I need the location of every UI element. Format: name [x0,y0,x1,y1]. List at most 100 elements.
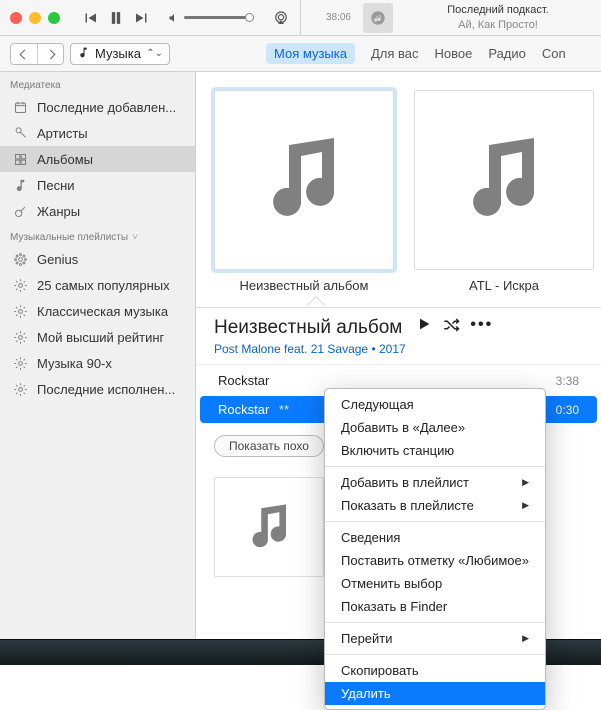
album-art-placeholder [214,90,394,270]
sidebar-item-label: Genius [37,252,78,267]
track-title: Rockstar [218,373,546,388]
sidebar-item-genius[interactable]: Genius [0,246,195,272]
now-playing-subtitle: Ай, Как Просто! [458,18,538,32]
sidebar-item-artists[interactable]: Артисты [0,120,195,146]
now-playing-title: Последний подкаст. [447,3,548,17]
detail-album-title: Неизвестный альбом [214,317,402,339]
menu-item-delete[interactable]: Удалить [325,682,545,705]
play-album-button[interactable] [416,316,432,339]
disclosure-arrow [306,297,326,307]
tab-connect[interactable]: Con [542,46,566,61]
menu-item-add-to-playlist[interactable]: Добавить в плейлист [325,471,545,494]
next-track-button[interactable] [132,8,152,28]
window-controls [10,12,66,24]
media-type-selector[interactable]: Музыка ⌃⌄ [70,43,170,65]
album-title: Неизвестный альбом [240,278,369,293]
detail-actions: ••• [416,316,493,339]
gear-icon [12,329,28,345]
menu-item-play-next[interactable]: Следующая [325,393,545,416]
sidebar-item-label: Классическая музыка [37,304,168,319]
gear-icon [12,381,28,397]
mic-icon [12,125,28,141]
elapsed-time: 38:06 [311,12,351,23]
sidebar-item-label: Песни [37,178,75,193]
show-similar-button[interactable]: Показать похо [214,435,324,457]
menu-item-add-to-up-next[interactable]: Добавить в «Далее» [325,416,545,439]
close-window-button[interactable] [10,12,22,24]
airplay-button[interactable] [272,9,290,27]
tab-my-music[interactable]: Моя музыка [266,43,355,64]
menu-separator [325,521,545,522]
menu-item-show-in-finder[interactable]: Показать в Finder [325,595,545,618]
volume-slider-knob[interactable] [245,13,254,22]
chevron-updown-icon: ⌃⌄ [146,48,163,59]
sidebar-item-label: Жанры [37,204,80,219]
volume-slider-track[interactable] [184,16,254,19]
album-title: ATL - Искра [469,278,539,293]
sidebar-item-label: Музыка 90-х [37,356,112,371]
sidebar-item-label: 25 самых популярных [37,278,170,293]
album-item[interactable]: Неизвестный альбом [214,90,394,293]
sidebar-item-genres[interactable]: Жанры [0,198,195,224]
more-actions-button[interactable]: ••• [470,316,493,339]
menu-item-get-info[interactable]: Сведения [325,526,545,549]
double-note-icon [242,500,297,555]
zoom-window-button[interactable] [48,12,60,24]
clock-icon [12,99,28,115]
tab-for-you[interactable]: Для вас [371,46,419,61]
detail-subtitle[interactable]: Post Malone feat. 21 Savage • 2017 [214,342,583,356]
sidebar-item-90s[interactable]: Музыка 90-х [0,350,195,376]
album-item[interactable]: ATL - Искра [414,90,594,293]
previous-track-button[interactable] [80,8,100,28]
gear-icon [12,277,28,293]
menu-item-love[interactable]: Поставить отметку «Любимое» [325,549,545,572]
grid-icon [12,151,28,167]
double-note-icon [254,130,354,230]
history-nav [10,43,64,65]
tab-new[interactable]: Новое [434,46,472,61]
sidebar-item-label: Альбомы [37,152,93,167]
double-note-icon [454,130,554,230]
sidebar-item-songs[interactable]: Песни [0,172,195,198]
tab-radio[interactable]: Радио [488,46,526,61]
sidebar-item-recently-added[interactable]: Последние добавлен... [0,94,195,120]
sidebar-header-library: Медиатека [0,72,195,94]
albums-grid: Неизвестный альбом ATL - Искра [196,72,601,293]
sidebar-item-top-rated[interactable]: Мой высший рейтинг [0,324,195,350]
sidebar-item-label: Артисты [37,126,88,141]
navbar: Музыка ⌃⌄ Моя музыка Для вас Новое Радио… [0,36,601,72]
album-art-placeholder[interactable] [214,477,324,577]
sidebar-item-recent-played[interactable]: Последние исполнен... [0,376,195,402]
transport-controls [80,8,152,28]
sidebar-item-label: Последние добавлен... [37,100,176,115]
menu-item-show-in-playlist[interactable]: Показать в плейлисте [325,494,545,517]
media-type-label: Музыка [95,46,141,61]
music-note-icon [77,46,90,62]
context-menu: Следующая Добавить в «Далее» Включить ст… [324,388,546,710]
menu-item-copy[interactable]: Скопировать [325,659,545,682]
forward-button[interactable] [37,44,63,64]
section-tabs: Моя музыка Для вас Новое Радио Con [266,36,566,71]
track-badge: ** [279,402,289,417]
menu-item-go-to[interactable]: Перейти [325,627,545,650]
sidebar-item-top25[interactable]: 25 самых популярных [0,272,195,298]
sidebar-item-albums[interactable]: Альбомы [0,146,195,172]
volume-control[interactable] [168,12,254,24]
menu-separator [325,466,545,467]
menu-item-start-station[interactable]: Включить станцию [325,439,545,462]
shuffle-button[interactable] [442,316,460,339]
chevron-down-icon: ˅ [132,232,138,243]
sidebar-item-label: Мой высший рейтинг [37,330,164,345]
gear-icon [12,303,28,319]
sidebar-item-classical[interactable]: Классическая музыка [0,298,195,324]
volume-icon [168,12,180,24]
music-note-icon [12,177,28,193]
menu-separator [325,654,545,655]
minimize-window-button[interactable] [29,12,41,24]
sidebar-header-playlists[interactable]: Музыкальные плейлисты ˅ [0,224,195,246]
menu-item-uncheck[interactable]: Отменить выбор [325,572,545,595]
now-playing-artwork[interactable] [363,3,393,33]
pause-button[interactable] [106,8,126,28]
back-button[interactable] [11,44,37,64]
genius-icon [12,251,28,267]
